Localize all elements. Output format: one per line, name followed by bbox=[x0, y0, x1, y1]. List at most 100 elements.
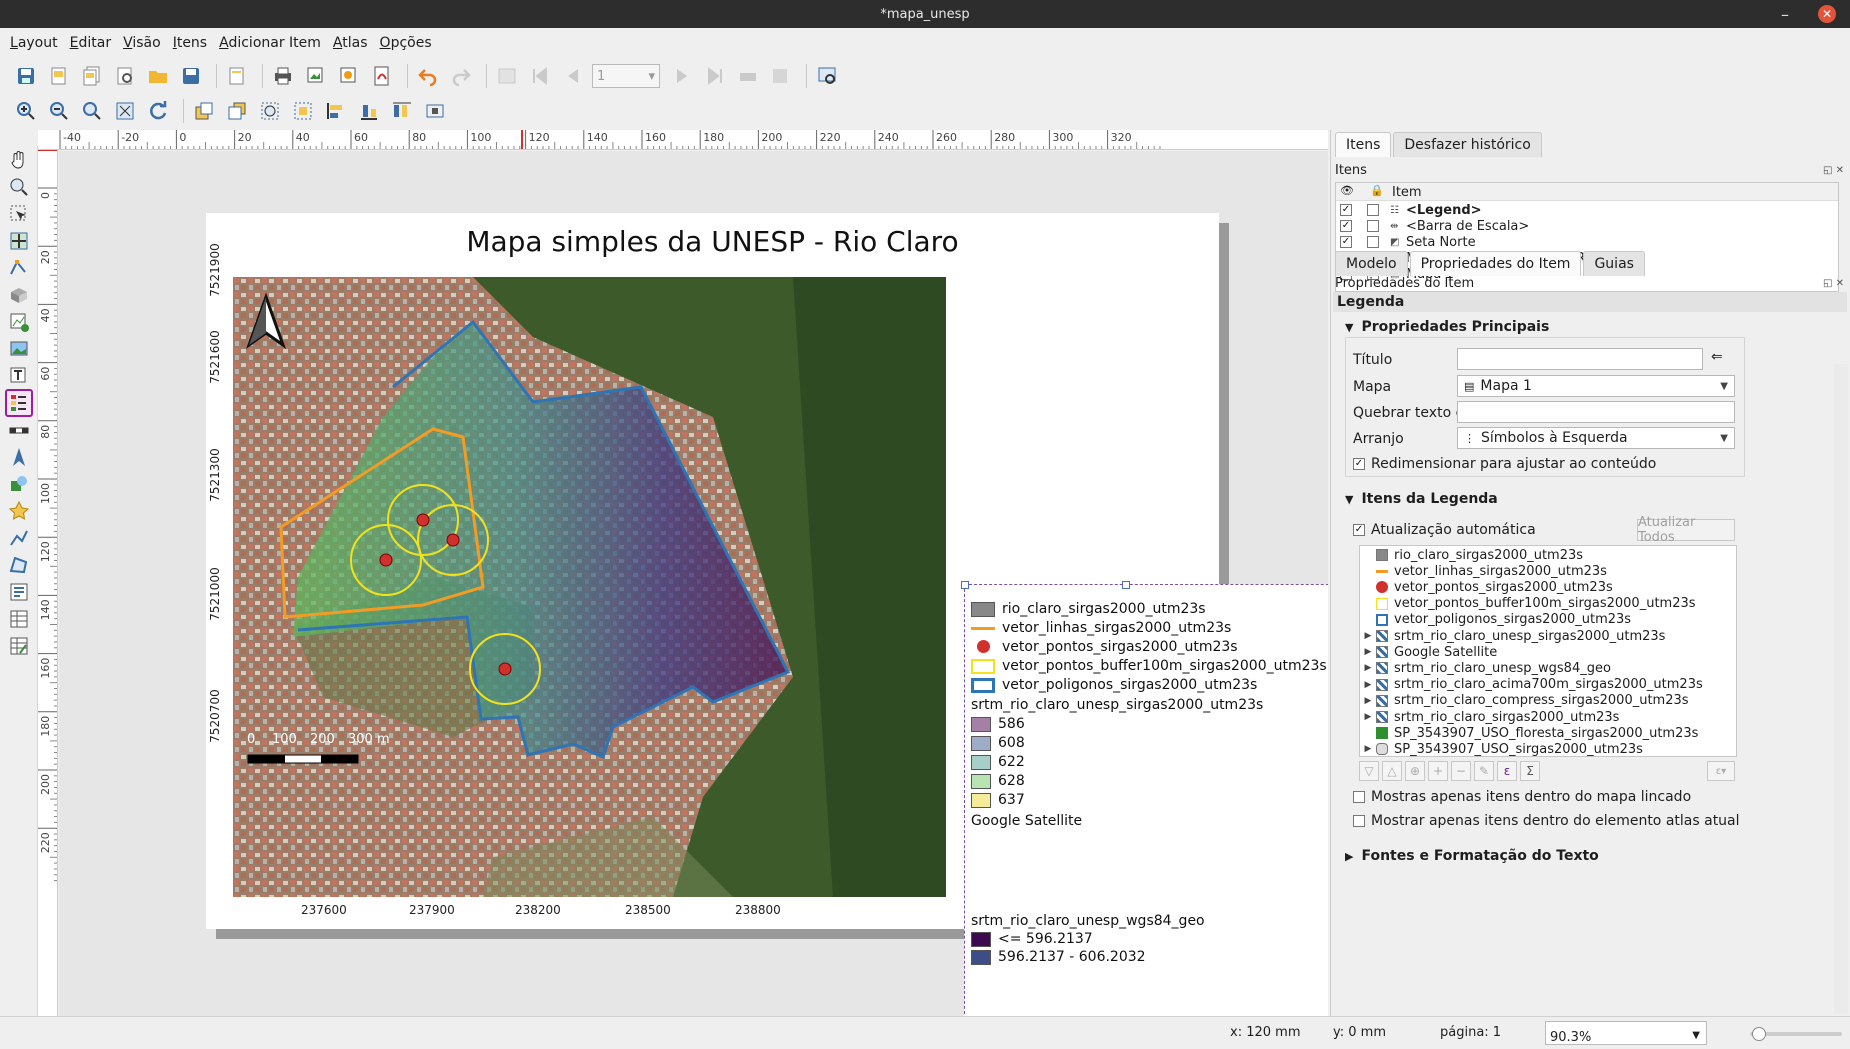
chevron-right-icon[interactable]: ▶ bbox=[1360, 647, 1376, 657]
edit-nodes-icon[interactable] bbox=[5, 254, 33, 282]
undo-icon[interactable] bbox=[414, 62, 442, 90]
print-icon[interactable] bbox=[269, 62, 297, 90]
visibility-checkbox[interactable]: ✓ bbox=[1340, 220, 1352, 232]
layout-manager-icon[interactable] bbox=[111, 62, 139, 90]
chevron-right-icon[interactable]: ▶ bbox=[1360, 744, 1376, 754]
tab-guias[interactable]: Guias bbox=[1583, 251, 1645, 276]
legend-tree-item[interactable]: vetor_pontos_buffer100m_sirgas2000_utm23… bbox=[1360, 596, 1696, 612]
legend-tree-item[interactable]: vetor_pontos_sirgas2000_utm23s bbox=[1360, 579, 1613, 595]
add-label-icon[interactable] bbox=[5, 362, 33, 390]
expression-icon[interactable]: ε bbox=[1497, 761, 1517, 781]
menu-layout[interactable]: Layout bbox=[4, 35, 64, 51]
add-attribute-table-icon[interactable] bbox=[5, 605, 33, 633]
add-shape-icon[interactable] bbox=[5, 470, 33, 498]
chevron-right-icon[interactable]: ▶ bbox=[1360, 680, 1376, 690]
add-group-icon[interactable]: ⊕ bbox=[1405, 761, 1425, 781]
refresh-icon[interactable] bbox=[144, 97, 172, 125]
resize-handle[interactable] bbox=[961, 581, 969, 589]
item-row[interactable]: ✓ ☷ <Legend> bbox=[1336, 202, 1482, 218]
resize-handle[interactable] bbox=[1122, 581, 1130, 589]
fonts-section[interactable]: ▶ Fontes e Formatação do Texto bbox=[1345, 848, 1599, 864]
add-polyline-icon[interactable] bbox=[5, 524, 33, 552]
tab-desfazer-historico[interactable]: Desfazer histórico bbox=[1393, 132, 1542, 157]
legend-tree-item[interactable]: ▶ srtm_rio_claro_sirgas2000_utm23s bbox=[1360, 709, 1620, 725]
dock-buttons[interactable]: ◱ ✕ bbox=[1823, 165, 1844, 176]
zoom-slider-handle[interactable] bbox=[1752, 1027, 1766, 1041]
menu-visao[interactable]: Visão bbox=[117, 35, 167, 51]
lock-checkbox[interactable] bbox=[1367, 220, 1379, 232]
lock-checkbox[interactable] bbox=[1367, 204, 1379, 216]
menu-opcoes[interactable]: Opções bbox=[374, 35, 438, 51]
add-picture-icon[interactable] bbox=[5, 335, 33, 363]
zoom-actual-icon[interactable] bbox=[78, 97, 106, 125]
title-input[interactable] bbox=[1457, 348, 1703, 370]
close-button[interactable]: ✕ bbox=[1812, 0, 1842, 28]
atlas-settings-icon[interactable] bbox=[493, 62, 521, 90]
legend-tree-item[interactable]: ▶ srtm_rio_claro_compress_sirgas2000_utm2… bbox=[1360, 693, 1689, 709]
filter-icon[interactable]: ε▾ bbox=[1707, 761, 1735, 781]
menu-itens[interactable]: Itens bbox=[167, 35, 213, 51]
tab-itens[interactable]: Itens bbox=[1335, 132, 1392, 157]
export-svg-icon[interactable] bbox=[335, 62, 363, 90]
legend-tree-item[interactable]: ▶ srtm_rio_claro_unesp_sirgas2000_utm23s bbox=[1360, 628, 1666, 644]
remove-item-icon[interactable]: − bbox=[1451, 761, 1471, 781]
lock-checkbox[interactable] bbox=[1367, 236, 1379, 248]
legend-tree-item[interactable]: vetor_poligonos_sirgas2000_utm23s bbox=[1360, 612, 1631, 628]
zoom-full-icon[interactable] bbox=[111, 97, 139, 125]
move-up-icon[interactable]: △ bbox=[1382, 761, 1402, 781]
print-atlas-icon[interactable] bbox=[734, 62, 762, 90]
export-image-icon[interactable] bbox=[302, 62, 330, 90]
sum-icon[interactable]: Σ bbox=[1520, 761, 1540, 781]
zoom-out-icon[interactable] bbox=[45, 97, 73, 125]
export-atlas-icon[interactable] bbox=[767, 62, 795, 90]
first-feature-icon[interactable] bbox=[526, 62, 554, 90]
add-north-arrow-icon[interactable] bbox=[5, 443, 33, 471]
legend-tree-item[interactable]: ▶ srtm_rio_claro_unesp_wgs84_geo bbox=[1360, 660, 1611, 676]
last-feature-icon[interactable] bbox=[701, 62, 729, 90]
move-down-icon[interactable]: ▽ bbox=[1359, 761, 1379, 781]
scalebar[interactable] bbox=[247, 754, 359, 764]
legend-tree-item[interactable]: vetor_linhas_sirgas2000_utm23s bbox=[1360, 563, 1607, 579]
chevron-right-icon[interactable]: ▶ bbox=[1360, 631, 1376, 641]
legend-tree-item[interactable]: SP_3543907_USO_floresta_sirgas2000_utm23… bbox=[1360, 725, 1698, 741]
map-title-label[interactable]: Mapa simples da UNESP - Rio Claro bbox=[206, 225, 1219, 258]
zoom-tool-icon[interactable] bbox=[5, 173, 33, 201]
pan-icon[interactable] bbox=[5, 146, 33, 174]
wrap-input[interactable] bbox=[1457, 401, 1735, 423]
zoom-in-icon[interactable] bbox=[12, 97, 40, 125]
main-properties-section[interactable]: ▼ Propriedades Principais bbox=[1345, 319, 1549, 335]
layout-options-icon[interactable] bbox=[813, 62, 841, 90]
distribute-items-icon[interactable] bbox=[355, 97, 383, 125]
legend-items-tree[interactable]: rio_claro_sirgas2000_utm23s vetor_linhas_… bbox=[1359, 545, 1737, 757]
new-layout-icon[interactable] bbox=[45, 62, 73, 90]
save-template-icon[interactable] bbox=[177, 62, 205, 90]
item-row[interactable]: ✓ ⇹ <Barra de Escala> bbox=[1336, 218, 1529, 234]
open-folder-icon[interactable] bbox=[144, 62, 172, 90]
edit-item-icon[interactable]: ✎ bbox=[1474, 761, 1494, 781]
visibility-checkbox[interactable]: ✓ bbox=[1340, 236, 1352, 248]
select-all-icon[interactable] bbox=[289, 97, 317, 125]
atlas-page-input[interactable]: 1 ▾ bbox=[592, 64, 660, 88]
menu-atlas[interactable]: Atlas bbox=[327, 35, 374, 51]
zoom-item-icon[interactable] bbox=[256, 97, 284, 125]
tab-propriedades-do-item[interactable]: Propriedades do Item bbox=[1409, 251, 1582, 276]
chevron-right-icon[interactable]: ▶ bbox=[1360, 663, 1376, 673]
legend-tree-item[interactable]: ▶ srtm_rio_claro_acima700m_sirgas2000_utm… bbox=[1360, 677, 1703, 693]
zoom-select[interactable]: 90.3% ▼ bbox=[1545, 1021, 1707, 1045]
previous-feature-icon[interactable] bbox=[559, 62, 587, 90]
next-feature-icon[interactable] bbox=[668, 62, 696, 90]
minimize-button[interactable]: – bbox=[1770, 0, 1800, 28]
add-html-icon[interactable] bbox=[5, 578, 33, 606]
only-atlas-checkbox[interactable]: Mostrar apenas itens dentro do elemento … bbox=[1353, 813, 1740, 829]
chevron-right-icon[interactable]: ▶ bbox=[1360, 712, 1376, 722]
move-content-icon[interactable] bbox=[5, 227, 33, 255]
add-legend-icon[interactable] bbox=[5, 389, 33, 417]
raise-items-icon[interactable] bbox=[190, 97, 218, 125]
add-fixed-table-icon[interactable] bbox=[5, 632, 33, 660]
duplicate-layout-icon[interactable] bbox=[78, 62, 106, 90]
only-linked-map-checkbox[interactable]: Mostras apenas itens dentro do mapa linc… bbox=[1353, 789, 1691, 805]
menu-editar[interactable]: Editar bbox=[64, 35, 117, 51]
dock-buttons[interactable]: ◱ ✕ bbox=[1823, 278, 1844, 289]
add-scalebar-icon[interactable] bbox=[5, 416, 33, 444]
update-all-button[interactable]: Atualizar Todos bbox=[1637, 515, 1735, 545]
